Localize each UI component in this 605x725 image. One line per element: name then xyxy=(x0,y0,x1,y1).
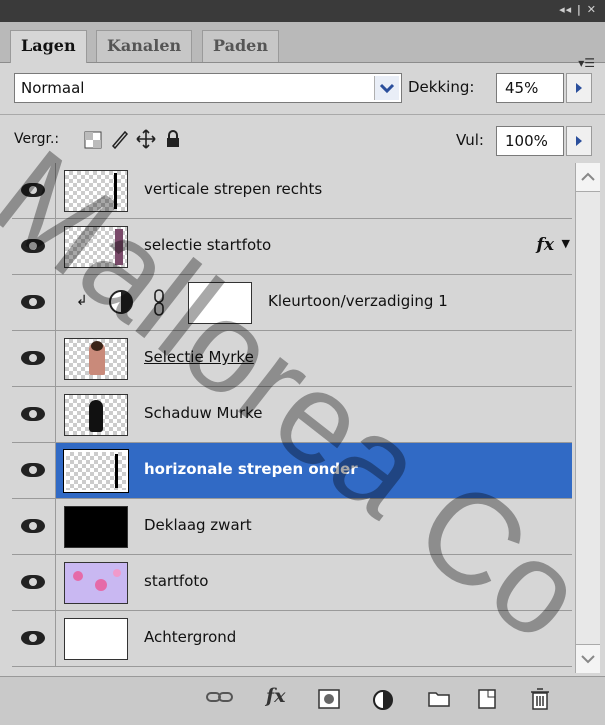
layer-row[interactable]: ↲ Kleurtoon/verzadiging 1 xyxy=(12,275,572,331)
layer-row[interactable]: startfoto xyxy=(12,555,572,611)
lock-row: Vergr.: Vul: 100% xyxy=(0,114,605,165)
new-layer-icon[interactable] xyxy=(478,689,496,713)
chevron-down-icon[interactable]: ▼ xyxy=(562,237,570,250)
layer-row[interactable]: Selectie Myrke xyxy=(12,331,572,387)
layer-thumbnail xyxy=(64,562,128,604)
adjustment-layer-icon xyxy=(108,289,134,319)
visibility-eye-icon[interactable] xyxy=(12,275,56,330)
layer-name[interactable]: selectie startfoto xyxy=(144,236,271,254)
scroll-down-icon[interactable] xyxy=(576,644,600,673)
layer-effects-icon[interactable]: fx xyxy=(537,235,554,255)
layer-name[interactable]: verticale strepen rechts xyxy=(144,180,322,198)
layer-name[interactable]: Schaduw Murke xyxy=(144,404,263,422)
fill-field[interactable]: 100% xyxy=(496,126,564,156)
fill-arrow-icon[interactable] xyxy=(566,126,592,156)
visibility-eye-icon[interactable] xyxy=(12,163,56,218)
layer-row[interactable]: horizonale strepen onder xyxy=(12,443,572,499)
lock-label: Vergr.: xyxy=(14,131,60,147)
visibility-eye-icon[interactable] xyxy=(12,555,56,610)
layer-row[interactable]: selectie startfoto fx ▼ xyxy=(12,219,572,275)
clipping-arrow-icon: ↲ xyxy=(76,293,88,309)
layers-list: verticale strepen rechts selectie startf… xyxy=(12,163,572,673)
scroll-up-icon[interactable] xyxy=(576,163,600,192)
layer-thumbnail xyxy=(64,170,128,212)
blend-row: Normaal Dekking: 45% xyxy=(0,63,605,113)
trash-icon[interactable] xyxy=(530,687,550,715)
chevron-down-icon[interactable] xyxy=(374,76,399,100)
layer-name[interactable]: Deklaag zwart xyxy=(144,516,252,534)
layer-name[interactable]: horizonale strepen onder xyxy=(144,460,358,478)
opacity-arrow-icon[interactable] xyxy=(566,73,592,103)
layers-bottom-toolbar: fx xyxy=(0,676,605,725)
visibility-eye-icon[interactable] xyxy=(12,331,56,386)
window-controls[interactable]: ◂◂ | ✕ xyxy=(559,3,597,16)
layer-thumbnail xyxy=(64,338,128,380)
mask-icon[interactable] xyxy=(318,689,340,713)
layer-name[interactable]: Kleurtoon/verzadiging 1 xyxy=(268,292,448,310)
visibility-eye-icon[interactable] xyxy=(12,499,56,554)
panel-titlebar: ◂◂ | ✕ xyxy=(0,0,605,23)
visibility-eye-icon[interactable] xyxy=(12,443,56,498)
tab-kanalen[interactable]: Kanalen xyxy=(96,30,193,62)
layer-row[interactable]: Schaduw Murke xyxy=(12,387,572,443)
link-icon[interactable] xyxy=(206,689,234,709)
panel-tabs: Lagen Kanalen Paden ▾☰ xyxy=(0,22,605,70)
folder-icon[interactable] xyxy=(428,689,450,711)
layer-mask-thumbnail[interactable] xyxy=(188,282,252,324)
layer-name[interactable]: startfoto xyxy=(144,572,208,590)
blend-mode-value: Normaal xyxy=(21,79,85,97)
layers-scrollbar[interactable] xyxy=(575,163,600,673)
mask-link-icon[interactable] xyxy=(152,289,166,321)
lock-move-icon[interactable] xyxy=(136,129,156,153)
layer-name[interactable]: Achtergrond xyxy=(144,628,236,646)
fx-icon[interactable]: fx xyxy=(266,685,286,707)
tab-lagen[interactable]: Lagen xyxy=(10,30,87,63)
layer-thumbnail xyxy=(64,618,128,660)
layer-thumbnail xyxy=(64,394,128,436)
layer-thumbnail xyxy=(64,226,128,268)
layer-row[interactable]: Achtergrond xyxy=(12,611,572,667)
fill-label: Vul: xyxy=(456,131,484,149)
opacity-field[interactable]: 45% xyxy=(496,73,564,103)
visibility-eye-icon[interactable] xyxy=(12,387,56,442)
adjustment-icon[interactable] xyxy=(372,689,394,715)
layer-row[interactable]: Deklaag zwart xyxy=(12,499,572,555)
layer-name[interactable]: Selectie Myrke xyxy=(144,348,254,366)
lock-transparency-icon[interactable] xyxy=(84,131,102,153)
visibility-eye-icon[interactable] xyxy=(12,219,56,274)
tab-paden[interactable]: Paden xyxy=(202,30,279,62)
lock-brush-icon[interactable] xyxy=(110,129,130,153)
opacity-label: Dekking: xyxy=(408,78,475,96)
layer-thumbnail xyxy=(64,506,128,548)
blend-mode-select[interactable]: Normaal xyxy=(14,73,402,103)
layer-thumbnail xyxy=(63,449,129,493)
visibility-eye-icon[interactable] xyxy=(12,611,56,666)
layer-row[interactable]: verticale strepen rechts xyxy=(12,163,572,219)
lock-all-icon[interactable] xyxy=(164,129,182,153)
